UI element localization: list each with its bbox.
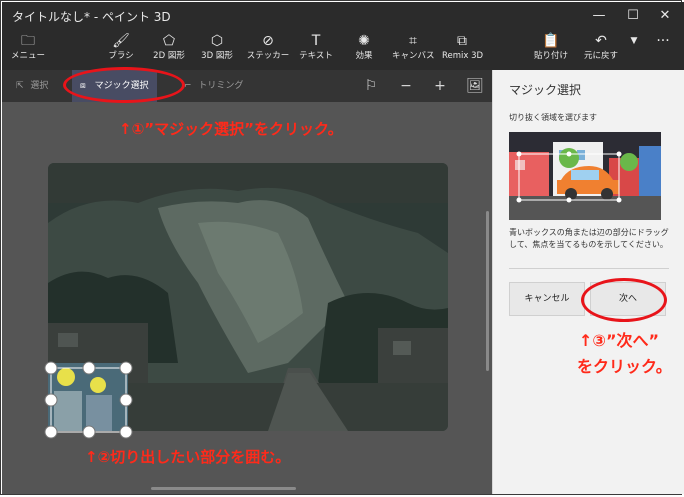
remix-label: Remix 3D xyxy=(442,51,484,61)
zoom-in-icon[interactable]: + xyxy=(429,70,451,102)
select-tool[interactable]: ⇱ 選択 xyxy=(16,70,48,102)
canvas-label: キャンバス xyxy=(392,51,435,61)
undo-icon: ↶ xyxy=(595,33,607,49)
panel-description: 青いボックスの角または辺の部分にドラッグして、焦点を当てるものを示してください。 xyxy=(509,228,669,249)
paste-button[interactable]: 📋 貼り付け xyxy=(534,30,568,70)
horizontal-scrollbar[interactable] xyxy=(151,487,296,490)
crop-label: トリミング xyxy=(198,81,244,91)
chevron-down-icon: ▼ xyxy=(630,36,638,46)
crop-icon: ⌐ xyxy=(184,81,192,91)
remix-button[interactable]: ⧉ Remix 3D xyxy=(442,30,484,70)
highlight-next-button xyxy=(581,278,667,322)
sun-icon: ✺ xyxy=(358,33,370,49)
menu-label: メニュー xyxy=(10,51,45,61)
effects-button[interactable]: ✺ 効果 xyxy=(350,30,378,70)
more-icon: ··· xyxy=(656,33,670,49)
preview-illustration xyxy=(509,132,661,220)
crop-tool[interactable]: ⌐ トリミング xyxy=(184,70,243,102)
annotation-step3-line1: ↑③”次へ” xyxy=(579,331,659,350)
annotation-step3-line2: をクリック。 xyxy=(577,357,672,376)
shapes3d-button[interactable]: ⬡ 3D 図形 xyxy=(198,30,236,70)
undo-label: 元に戻す xyxy=(583,51,618,61)
flag-icon[interactable]: ⚐ xyxy=(360,70,382,102)
panel-title: マジック選択 xyxy=(509,83,582,97)
app-window: タイトルなし* - ペイント 3D — ☐ ✕ 🗀 メニュー 🖌 ブラシ ⬠ 2… xyxy=(0,0,684,495)
panel-divider xyxy=(509,268,669,269)
panel-subtitle: 切り抜く領域を選びます xyxy=(509,113,597,122)
cursor-icon: ⇱ xyxy=(16,81,24,91)
undo-button[interactable]: ↶ 元に戻す xyxy=(582,30,620,70)
more-button[interactable]: ··· xyxy=(652,30,674,70)
selection-box[interactable] xyxy=(41,361,141,441)
shapes2d-icon: ⬠ xyxy=(162,33,176,49)
main-toolbar: 🗀 メニュー 🖌 ブラシ ⬠ 2D 図形 ⬡ 3D 図形 ⊘ ステッカー T テ… xyxy=(2,30,684,70)
select-label: 選択 xyxy=(30,81,49,91)
cube-icon: ⬡ xyxy=(210,33,224,49)
resize-handle[interactable] xyxy=(82,425,96,439)
shapes2d-label: 2D 図形 xyxy=(153,51,185,61)
resize-handle[interactable] xyxy=(44,393,58,407)
folder-icon: 🗀 xyxy=(21,33,35,49)
minimize-button[interactable]: — xyxy=(582,2,616,30)
brush-label: ブラシ xyxy=(108,51,134,61)
text-button[interactable]: T テキスト xyxy=(298,30,334,70)
effects-label: 効果 xyxy=(355,51,373,61)
stickers-button[interactable]: ⊘ ステッカー xyxy=(246,30,290,70)
resize-handle[interactable] xyxy=(119,425,133,439)
resize-handle[interactable] xyxy=(82,361,96,375)
shapes3d-label: 3D 図形 xyxy=(201,51,233,61)
resize-handle[interactable] xyxy=(119,393,133,407)
zoom-out-icon[interactable]: − xyxy=(395,70,417,102)
canvas-button[interactable]: ⌗ キャンバス xyxy=(392,30,435,70)
cancel-button[interactable]: キャンセル xyxy=(509,282,585,316)
crop-grid-icon: ⌗ xyxy=(409,33,417,49)
car-illustration xyxy=(509,132,661,220)
menu-button[interactable]: 🗀 メニュー xyxy=(8,30,48,70)
annotation-step1: ↑①”マジック選択”をクリック。 xyxy=(119,120,343,138)
stickers-label: ステッカー xyxy=(246,51,290,61)
sticker-icon: ⊘ xyxy=(262,33,274,49)
annotation-step2: ↑②切り出したい部分を囲む。 xyxy=(85,448,291,466)
shapes2d-button[interactable]: ⬠ 2D 図形 xyxy=(150,30,188,70)
image-view-icon[interactable]: 🖼 xyxy=(464,70,486,102)
brush-icon: 🖌 xyxy=(112,33,130,49)
paste-label: 貼り付け xyxy=(534,51,569,61)
text-label: テキスト xyxy=(299,51,333,61)
window-title: タイトルなし* - ペイント 3D xyxy=(12,10,171,24)
title-bar: タイトルなし* - ペイント 3D — ☐ ✕ xyxy=(2,2,684,30)
resize-handle[interactable] xyxy=(119,361,133,375)
brush-button[interactable]: 🖌 ブラシ xyxy=(106,30,136,70)
resize-handle[interactable] xyxy=(44,425,58,439)
resize-handle[interactable] xyxy=(44,361,58,375)
magic-select-panel: マジック選択 切り抜く領域を選びます 青いボックスの角または辺の部分にドラッグし… xyxy=(492,70,684,494)
clipboard-icon: 📋 xyxy=(542,33,560,49)
text-icon: T xyxy=(311,33,321,49)
undo-dropdown[interactable]: ▼ xyxy=(626,30,642,70)
maximize-button[interactable]: ☐ xyxy=(616,2,650,30)
remix-icon: ⧉ xyxy=(457,33,467,49)
close-button[interactable]: ✕ xyxy=(648,2,682,30)
highlight-magic-select xyxy=(63,67,185,103)
vertical-scrollbar[interactable] xyxy=(486,211,489,371)
